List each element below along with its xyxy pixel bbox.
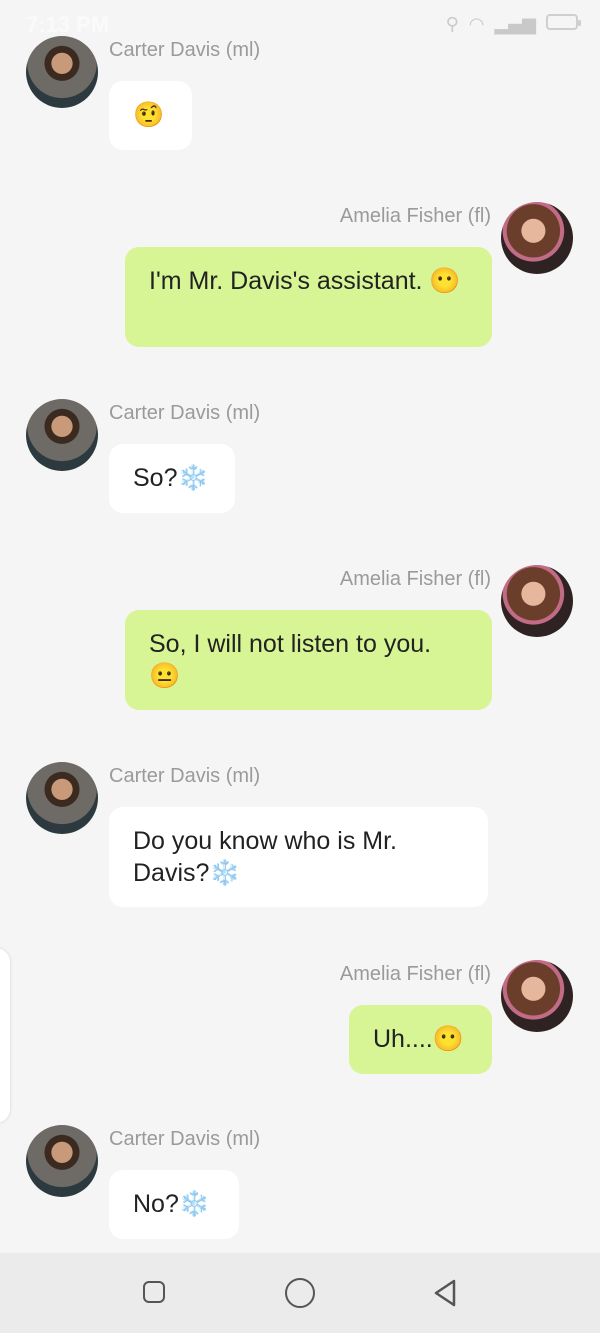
battery-icon	[546, 14, 581, 30]
back-icon[interactable]	[430, 1277, 462, 1309]
message-bubble[interactable]: So?❄️	[109, 444, 235, 513]
recent-apps-icon[interactable]	[139, 1277, 171, 1309]
status-bar: 7:13 PM ⚲ ◠ ▂▄▆	[0, 0, 600, 50]
edge-panel-handle[interactable]	[0, 948, 10, 1123]
message-bubble[interactable]: 🤨	[109, 81, 192, 150]
message-bubble[interactable]: No?❄️	[109, 1170, 239, 1239]
status-icons: ⚲ ◠ ▂▄▆	[445, 14, 581, 35]
sender-name: Amelia Fisher (fl)	[339, 205, 491, 227]
mute-icon: ⚲	[445, 14, 459, 35]
sender-name: Carter Davis (ml)	[109, 765, 261, 787]
avatar[interactable]	[26, 399, 98, 471]
navigation-bar	[0, 1253, 600, 1333]
avatar[interactable]	[501, 202, 573, 274]
sender-name: Carter Davis (ml)	[109, 39, 261, 61]
avatar[interactable]	[26, 762, 98, 834]
sender-name: Carter Davis (ml)	[109, 402, 261, 424]
home-icon[interactable]	[284, 1277, 316, 1309]
message-bubble[interactable]: Uh....😶	[349, 1005, 492, 1074]
status-time: 7:13 PM	[26, 12, 110, 37]
message-bubble[interactable]: I'm Mr. Davis's assistant. 😶	[125, 247, 492, 347]
avatar[interactable]	[501, 960, 573, 1032]
sender-name: Carter Davis (ml)	[109, 1128, 261, 1150]
avatar[interactable]	[26, 36, 98, 108]
signal-icon: ▂▄▆	[494, 14, 536, 35]
message-bubble[interactable]: So, I will not listen to you. 😐	[125, 610, 492, 710]
wifi-icon: ◠	[468, 14, 485, 35]
message-bubble[interactable]: Do you know who is Mr. Davis?❄️	[109, 807, 488, 907]
sender-name: Amelia Fisher (fl)	[339, 963, 491, 985]
avatar[interactable]	[26, 1125, 98, 1197]
avatar[interactable]	[501, 565, 573, 637]
sender-name: Amelia Fisher (fl)	[339, 568, 491, 590]
